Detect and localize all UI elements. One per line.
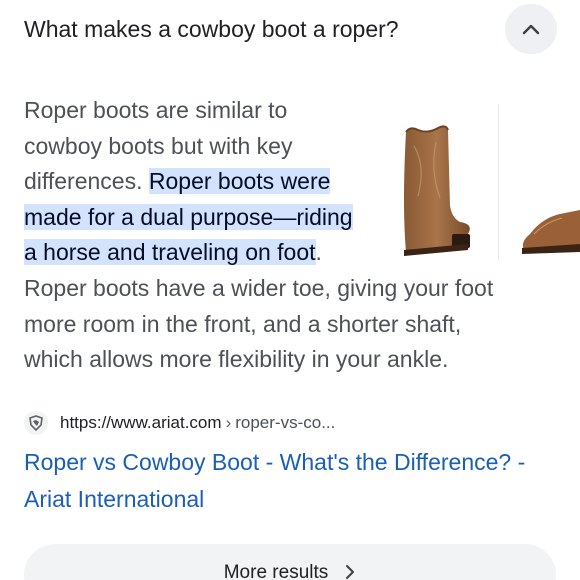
result-title-link[interactable]: Roper vs Cowboy Boot - What's the Differ… [24, 444, 564, 518]
featured-snippet-card: What makes a cowboy boot a roper? Roper … [0, 0, 580, 580]
source-row[interactable]: https://www.ariat.com › roper-vs-co... [24, 410, 335, 436]
answer-highlight: a horse and traveling on foot [24, 239, 316, 265]
answer-text-continued: Roper boots have a wider toe, giving you… [24, 271, 554, 378]
answer-line: Roper boots are similar to [24, 97, 288, 123]
image-divider [498, 104, 499, 260]
source-url[interactable]: https://www.ariat.com › roper-vs-co... [60, 413, 335, 433]
more-results-button[interactable]: More results [24, 544, 556, 580]
result-title-line: Roper vs Cowboy Boot - What's the Differ… [24, 449, 526, 475]
answer-line: differences. Roper boots were [24, 164, 384, 200]
collapse-button[interactable] [505, 4, 557, 54]
more-results-label: More results [223, 562, 329, 580]
answer-text: Roper boots are similar to cowboy boots … [24, 93, 384, 271]
ariat-horse-logo-icon [24, 411, 48, 435]
answer-line: which allows more flexibility in your an… [24, 346, 449, 372]
source-path: roper-vs-co... [235, 413, 336, 432]
answer-line: cowboy boots but with key [24, 132, 293, 159]
answer-line: made for a dual purpose—riding [24, 200, 384, 236]
question-title[interactable]: What makes a cowboy boot a roper? [24, 14, 399, 44]
chevron-right-icon [346, 565, 355, 579]
result-title-line: Ariat International [24, 486, 205, 512]
chevron-up-icon [522, 24, 540, 35]
answer-line: Roper boots have a wider toe, giving you… [24, 275, 494, 301]
source-domain: https://www.ariat.com [60, 413, 222, 432]
answer-line: a horse and traveling on foot. [24, 235, 384, 271]
answer-plain-text: differences. [24, 168, 149, 194]
answer-highlight: made for a dual purpose—riding [24, 203, 353, 230]
answer-highlight: Roper boots were [148, 168, 331, 194]
boot-toe-image[interactable] [500, 106, 580, 266]
brown-roper-boot-image[interactable] [396, 106, 496, 266]
answer-plain-text: . [315, 239, 322, 265]
url-separator: › [225, 413, 232, 432]
answer-line: more room in the front, and a shorter sh… [24, 310, 462, 337]
